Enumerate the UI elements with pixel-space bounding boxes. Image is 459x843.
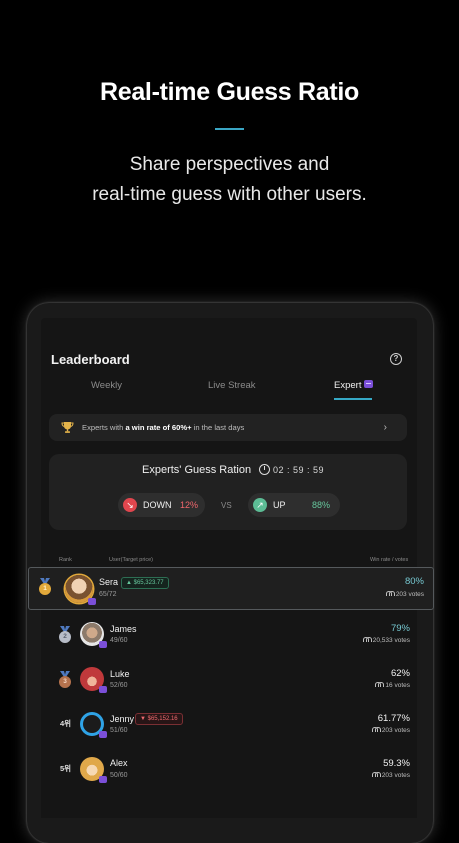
vote-count-text: 20,533 votes bbox=[372, 637, 410, 644]
countdown-timer: 02 : 59 : 59 bbox=[273, 465, 325, 475]
users-icon bbox=[371, 727, 381, 732]
up-percentage: 88% bbox=[312, 500, 331, 510]
vote-count: 203 votes bbox=[371, 772, 410, 779]
hero-subtitle: Share perspectives and real-time guess w… bbox=[0, 150, 459, 210]
users-icon bbox=[385, 591, 395, 596]
arrow-up-right-icon: ↗ bbox=[253, 498, 267, 512]
vote-count-text: 16 votes bbox=[385, 682, 410, 689]
avatar-jenny[interactable] bbox=[80, 712, 107, 738]
avatar-luke[interactable] bbox=[80, 667, 107, 693]
expert-badge-icon bbox=[99, 731, 107, 738]
avatar-james[interactable] bbox=[80, 622, 107, 648]
avatar-sera[interactable] bbox=[65, 575, 96, 605]
users-icon bbox=[371, 772, 381, 777]
chevron-right-icon: › bbox=[383, 422, 387, 433]
guess-card-title: Experts' Guess Ration bbox=[142, 464, 252, 476]
clock-icon bbox=[259, 464, 270, 475]
win-rate: 62% bbox=[390, 668, 410, 679]
hero-title: Real-time Guess Ratio bbox=[99, 78, 360, 106]
win-rate: 59.3% bbox=[383, 758, 410, 769]
vote-count: 20,533 votes bbox=[362, 637, 410, 644]
banner-text-prefix: Experts with bbox=[82, 423, 126, 432]
banner-text-suffix: in the last days bbox=[191, 423, 245, 432]
vote-count: 203 votes bbox=[385, 591, 424, 598]
experts-guess-card: Experts' Guess Ration 02 : 59 : 59 ↘ DOW… bbox=[49, 454, 407, 530]
column-header-user: User(Target price) bbox=[109, 557, 154, 563]
user-score: 65/72 bbox=[99, 591, 117, 598]
vote-count-text: 203 votes bbox=[395, 591, 424, 598]
down-label: DOWN bbox=[143, 500, 172, 510]
user-name: Jenny bbox=[110, 714, 135, 724]
expert-badge-icon bbox=[99, 686, 107, 693]
expert-badge-icon bbox=[99, 776, 107, 783]
hero-subtitle-line2: real-time guess with other users. bbox=[92, 184, 367, 205]
tab-weekly[interactable]: Weekly bbox=[91, 380, 122, 391]
up-ratio-pill[interactable]: ↗ UP 88% bbox=[248, 493, 340, 517]
users-icon bbox=[362, 637, 372, 642]
rank-number: 5위 bbox=[60, 764, 72, 773]
vote-count-text: 203 votes bbox=[381, 727, 410, 734]
win-rate: 80% bbox=[404, 576, 424, 587]
user-name: Alex bbox=[110, 758, 128, 768]
users-icon bbox=[375, 682, 385, 687]
column-header-rank: Rank bbox=[59, 557, 72, 563]
column-header-win-rate: Win rate / votes bbox=[370, 557, 409, 563]
tab-expert-label: Expert bbox=[334, 380, 362, 391]
bronze-medal-icon: 3 bbox=[58, 671, 72, 688]
target-price-badge: ▲ $65,323.77 bbox=[121, 577, 169, 589]
expert-badge-icon bbox=[99, 641, 107, 648]
vote-count: 203 votes bbox=[371, 727, 410, 734]
vs-label: VS bbox=[221, 501, 232, 510]
vote-count: 16 votes bbox=[375, 682, 410, 689]
hero-divider bbox=[215, 128, 244, 130]
vote-count-text: 203 votes bbox=[381, 772, 410, 779]
win-rate: 79% bbox=[390, 623, 410, 634]
user-name: James bbox=[110, 624, 137, 634]
rank-number: 4위 bbox=[60, 719, 72, 728]
banner-text-bold: a win rate of 60%+ bbox=[125, 423, 192, 432]
hero-subtitle-line1: Share perspectives and bbox=[129, 154, 330, 175]
down-ratio-pill[interactable]: ↘ DOWN 12% bbox=[118, 493, 205, 517]
expert-info-banner[interactable]: Experts with a win rate of 60%+ in the l… bbox=[49, 414, 407, 441]
banner-text: Experts with a win rate of 60%+ in the l… bbox=[82, 423, 244, 432]
user-score: 49/60 bbox=[110, 637, 128, 644]
arrow-down-right-icon: ↘ bbox=[123, 498, 137, 512]
silver-medal-icon: 2 bbox=[58, 626, 72, 643]
user-name: Sera bbox=[99, 577, 119, 587]
target-price-badge: ▼ $65,152.16 bbox=[135, 713, 183, 725]
avatar-alex[interactable] bbox=[80, 757, 107, 783]
user-name: Luke bbox=[110, 669, 130, 679]
help-icon[interactable]: ? bbox=[390, 353, 402, 365]
expert-badge-icon bbox=[364, 380, 374, 388]
down-percentage: 12% bbox=[180, 500, 199, 510]
trophy-icon bbox=[61, 422, 74, 433]
user-score: 50/60 bbox=[110, 772, 128, 779]
expert-badge-icon bbox=[88, 598, 96, 605]
gold-medal-icon: 1 bbox=[38, 578, 52, 595]
user-score: 51/60 bbox=[110, 727, 128, 734]
active-tab-indicator bbox=[334, 398, 372, 400]
leaderboard-title: Leaderboard bbox=[51, 352, 130, 367]
win-rate: 61.77% bbox=[377, 713, 410, 724]
tab-live-streak[interactable]: Live Streak bbox=[208, 380, 256, 391]
user-score: 52/60 bbox=[110, 682, 128, 689]
tab-expert[interactable]: Expert bbox=[334, 380, 374, 391]
up-label: UP bbox=[273, 500, 286, 510]
